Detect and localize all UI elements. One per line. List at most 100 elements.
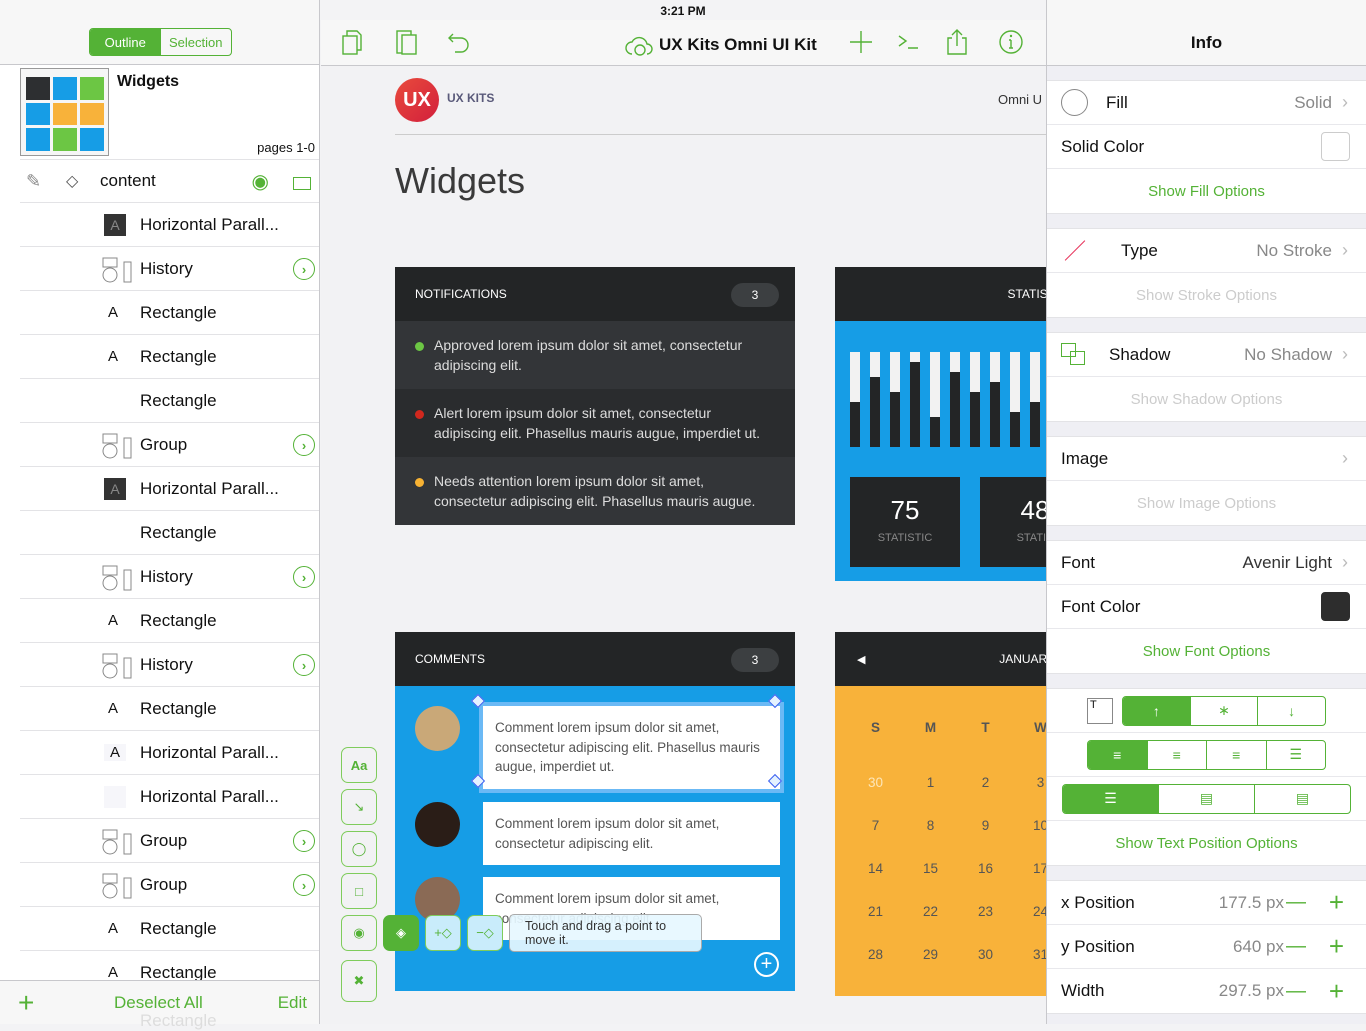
- calendar-day[interactable]: 10: [1013, 804, 1046, 847]
- chevron-right-circle-icon[interactable]: ›: [293, 258, 315, 280]
- deselect-all-button[interactable]: Deselect All: [114, 993, 203, 1013]
- increment-icon[interactable]: +: [1329, 931, 1344, 962]
- select-point-tool[interactable]: ◈: [383, 915, 419, 951]
- outline-item[interactable]: Rectangle: [20, 379, 319, 423]
- fill-row[interactable]: Fill Solid ›: [1047, 81, 1366, 125]
- wrap-fit-icon[interactable]: ▤: [1255, 785, 1350, 813]
- calendar-day[interactable]: 3: [1013, 761, 1046, 804]
- outline-item[interactable]: Rectangle: [20, 511, 319, 555]
- notifications-widget[interactable]: NOTIFICATIONS 3 Approved lorem ipsum dol…: [395, 267, 795, 525]
- outline-item[interactable]: Group ›: [20, 423, 319, 467]
- info-icon[interactable]: [997, 28, 1025, 56]
- calendar-widget[interactable]: ◀ JANUARY SMTW30123789101415161721222324…: [835, 632, 1046, 996]
- outline-item[interactable]: A Horizontal Parall...: [20, 203, 319, 247]
- font-color-swatch[interactable]: [1321, 592, 1350, 621]
- calendar-day[interactable]: 9: [958, 804, 1013, 847]
- decrement-icon[interactable]: —: [1286, 935, 1306, 958]
- unlock-icon[interactable]: [293, 177, 311, 190]
- calendar-day[interactable]: 14: [848, 847, 903, 890]
- outline-item[interactable]: A Horizontal Parall...: [20, 467, 319, 511]
- edit-button[interactable]: Edit: [278, 993, 307, 1013]
- outline-item[interactable]: History ›: [20, 643, 319, 687]
- outline-item[interactable]: History ›: [20, 247, 319, 291]
- add-point-tool[interactable]: +◇: [425, 915, 461, 951]
- shape-tool[interactable]: □: [341, 873, 377, 909]
- calendar-day[interactable]: 23: [958, 890, 1013, 933]
- solid-color-swatch[interactable]: [1321, 132, 1350, 161]
- calendar-day[interactable]: 8: [903, 804, 958, 847]
- align-left-icon[interactable]: ≡: [1088, 740, 1148, 769]
- chevron-right-circle-icon[interactable]: ›: [293, 566, 315, 588]
- outline-selection-toggle[interactable]: Outline Selection: [89, 28, 232, 56]
- point-edit-tool[interactable]: ◉: [341, 915, 377, 951]
- calendar-day[interactable]: 16: [958, 847, 1013, 890]
- comment-bubble[interactable]: Comment lorem ipsum dolor sit amet, cons…: [483, 802, 780, 865]
- visibility-eye-icon[interactable]: ◉: [252, 169, 269, 194]
- align-top-icon[interactable]: ↑: [1123, 696, 1191, 725]
- geometry-value[interactable]: 297.5 px: [1219, 981, 1284, 1001]
- decrement-icon[interactable]: —: [1286, 891, 1306, 914]
- stroke-type-row[interactable]: Type No Stroke ›: [1047, 229, 1366, 273]
- geometry-value[interactable]: 177.5 px: [1219, 893, 1284, 913]
- text-wrap-control[interactable]: ☰ ▤ ▤: [1062, 783, 1351, 814]
- tab-selection[interactable]: Selection: [161, 29, 232, 55]
- align-bottom-icon[interactable]: ↓: [1258, 697, 1325, 725]
- increment-icon[interactable]: +: [1329, 976, 1344, 1007]
- calendar-day[interactable]: 2: [958, 761, 1013, 804]
- calendar-day[interactable]: 30: [848, 761, 903, 804]
- remove-point-tool[interactable]: −◇: [467, 915, 503, 951]
- outline-item[interactable]: A Rectangle: [20, 599, 319, 643]
- add-comment-icon[interactable]: +: [754, 952, 779, 977]
- outline-item[interactable]: Group ›: [20, 819, 319, 863]
- align-justify-icon[interactable]: ☰: [1267, 741, 1326, 769]
- font-color-row[interactable]: Font Color: [1047, 585, 1366, 629]
- show-font-options-button[interactable]: Show Font Options: [1047, 629, 1366, 673]
- solid-color-row[interactable]: Solid Color: [1047, 125, 1366, 169]
- outline-item[interactable]: A Rectangle: [20, 335, 319, 379]
- calendar-day[interactable]: 15: [903, 847, 958, 890]
- outline-item[interactable]: History ›: [20, 555, 319, 599]
- align-middle-icon[interactable]: ∗: [1191, 696, 1259, 725]
- outline-item[interactable]: Horizontal Parall...: [20, 775, 319, 819]
- document-title[interactable]: UX Kits Omni UI Kit: [625, 32, 817, 58]
- layer-row[interactable]: ✎ ◇ content ◉: [20, 160, 319, 203]
- chevron-right-circle-icon[interactable]: ›: [293, 434, 315, 456]
- outline-item[interactable]: A Horizontal Parall...: [20, 731, 319, 775]
- calendar-day[interactable]: 30: [958, 933, 1013, 976]
- add-button[interactable]: +: [18, 987, 34, 1019]
- documents-icon[interactable]: [339, 28, 367, 56]
- show-stroke-options-button[interactable]: Show Stroke Options: [1047, 273, 1366, 317]
- tab-outline[interactable]: Outline: [90, 29, 161, 55]
- show-shadow-options-button[interactable]: Show Shadow Options: [1047, 377, 1366, 421]
- chevron-right-circle-icon[interactable]: ›: [293, 654, 315, 676]
- lasso-tool[interactable]: ◯: [341, 831, 377, 867]
- canvas-area[interactable]: UX UX KITS Omni U Widgets NOTIFICATIONS …: [321, 66, 1046, 1024]
- notification-item[interactable]: Needs attention lorem ipsum dolor sit am…: [395, 457, 795, 525]
- notification-item[interactable]: Alert lorem ipsum dolor sit amet, consec…: [395, 389, 795, 457]
- canvases-icon[interactable]: [393, 28, 421, 56]
- add-icon[interactable]: [847, 28, 875, 56]
- undo-icon[interactable]: [445, 28, 473, 56]
- connect-tool[interactable]: ↘: [341, 789, 377, 825]
- align-right-icon[interactable]: ≡: [1207, 740, 1267, 769]
- outline-item[interactable]: A Rectangle: [20, 907, 319, 951]
- calendar-day[interactable]: 31: [1013, 933, 1046, 976]
- align-center-icon[interactable]: ≡: [1148, 740, 1207, 769]
- outline-item[interactable]: A Rectangle: [20, 687, 319, 731]
- calendar-day[interactable]: 29: [903, 933, 958, 976]
- shadow-row[interactable]: Shadow No Shadow ›: [1047, 333, 1366, 377]
- horizontal-align-control[interactable]: ≡ ≡ ≡ ☰: [1087, 739, 1326, 770]
- calendar-day[interactable]: 7: [848, 804, 903, 847]
- calendar-day[interactable]: 17: [1013, 847, 1046, 890]
- pencil-icon[interactable]: ✎: [26, 171, 41, 192]
- prev-month-icon[interactable]: ◀: [857, 653, 865, 666]
- share-icon[interactable]: [943, 28, 971, 56]
- statistics-widget[interactable]: STATIST 75 STATISTIC 48 STATIS: [835, 267, 1046, 581]
- show-text-position-options-button[interactable]: Show Text Position Options: [1047, 821, 1366, 865]
- outline-item[interactable]: A Rectangle: [20, 291, 319, 335]
- vertical-align-control[interactable]: ↑ ∗ ↓: [1122, 695, 1326, 726]
- image-row[interactable]: Image ›: [1047, 437, 1366, 481]
- comment-bubble[interactable]: Comment lorem ipsum dolor sit amet, cons…: [479, 702, 784, 793]
- outline-item[interactable]: Group ›: [20, 863, 319, 907]
- calendar-day[interactable]: 22: [903, 890, 958, 933]
